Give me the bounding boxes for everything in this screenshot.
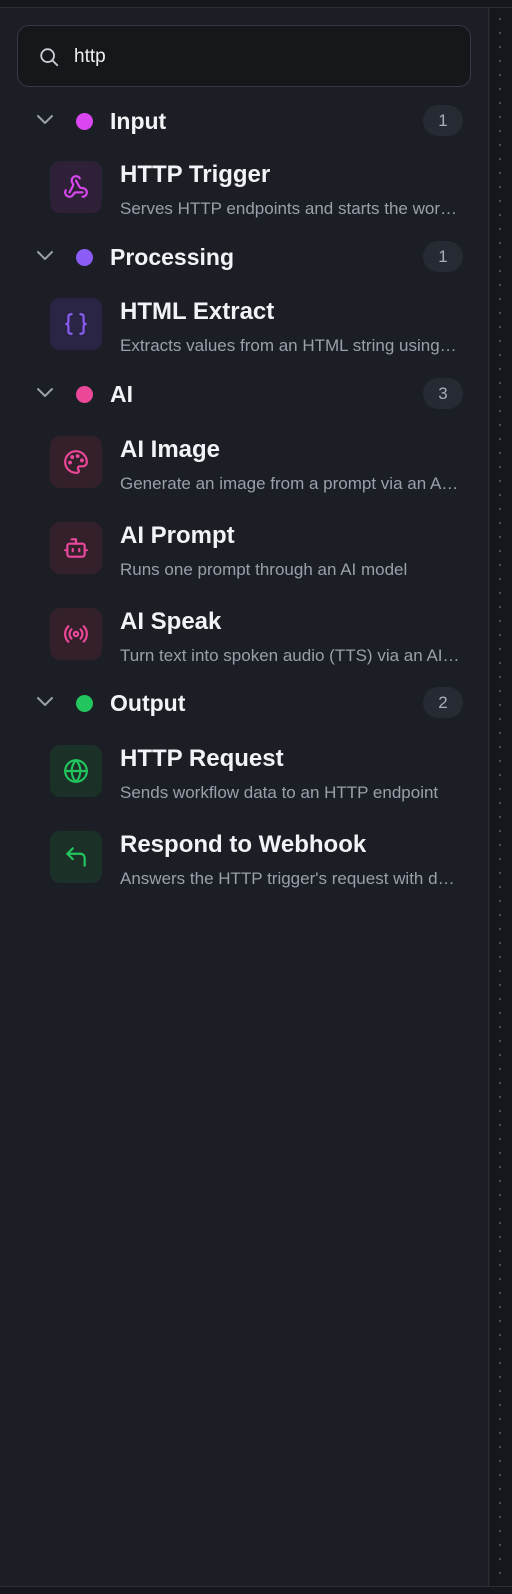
node-name: HTML Extract: [120, 298, 275, 325]
search-box[interactable]: [17, 25, 471, 87]
node-item-http-request[interactable]: HTTP Request Sends workflow data to an H…: [0, 745, 489, 821]
braces-icon: [65, 313, 87, 335]
node-icon-tile: [50, 161, 102, 213]
group-title: Processing: [110, 244, 234, 270]
reply-icon: [66, 847, 86, 867]
group-header-output[interactable]: Output 2: [0, 683, 489, 723]
node-icon-tile: [50, 831, 102, 883]
node-item-ai-speak[interactable]: AI Speak Turn text into spoken audio (TT…: [0, 608, 489, 684]
node-icon-tile: [50, 745, 102, 797]
search-input[interactable]: [74, 40, 454, 74]
group-header-processing[interactable]: Processing 1: [0, 237, 489, 277]
search-icon: [40, 48, 59, 67]
node-name: AI Image: [120, 436, 221, 463]
node-name: Respond to Webhook: [120, 831, 367, 858]
group-header-input[interactable]: Input 1: [0, 101, 489, 141]
top-border: [0, 0, 512, 8]
group-count-badge: 1: [423, 105, 463, 136]
group-count-badge: 2: [423, 687, 463, 718]
node-name: AI Speak: [120, 608, 222, 635]
workflow-canvas-edge[interactable]: [490, 8, 512, 1586]
node-library-panel: Input 1 HTTP Trigger Serves HTTP endpoin…: [0, 8, 489, 1586]
node-name: HTTP Trigger: [120, 161, 271, 188]
node-description: Runs one prompt through an AI model: [120, 560, 408, 579]
group-header-ai[interactable]: AI 3: [0, 374, 489, 414]
node-item-ai-image[interactable]: AI Image Generate an image from a prompt…: [0, 436, 489, 512]
category-dot: [76, 249, 93, 266]
webhook-icon: [64, 175, 88, 198]
chevron-down-icon[interactable]: [36, 386, 54, 400]
node-name: HTTP Request: [120, 745, 284, 772]
group-count-badge: 1: [423, 241, 463, 272]
node-name: AI Prompt: [120, 522, 235, 549]
node-description: Extracts values from an HTML string usin…: [120, 336, 460, 355]
node-icon-tile: [50, 298, 102, 350]
node-description: Serves HTTP endpoints and starts the wor…: [120, 199, 460, 218]
category-dot: [76, 695, 93, 712]
node-icon-tile: [50, 436, 102, 488]
node-description: Generate an image from a prompt via an A…: [120, 474, 460, 493]
category-dot: [76, 113, 93, 130]
node-icon-tile: [50, 522, 102, 574]
group-title: Input: [110, 108, 167, 134]
node-item-ai-prompt[interactable]: AI Prompt Runs one prompt through an AI …: [0, 522, 489, 598]
palette-icon: [64, 450, 88, 474]
node-description: Turn text into spoken audio (TTS) via an…: [120, 646, 460, 665]
bottom-border: [0, 1586, 512, 1594]
node-item-http-trigger[interactable]: HTTP Trigger Serves HTTP endpoints and s…: [0, 161, 489, 237]
node-description: Sends workflow data to an HTTP endpoint: [120, 783, 439, 802]
node-item-html-extract[interactable]: HTML Extract Extracts values from an HTM…: [0, 298, 489, 374]
node-description: Answers the HTTP trigger's request with …: [120, 869, 460, 888]
node-icon-tile: [50, 608, 102, 660]
broadcast-icon: [64, 625, 88, 643]
bot-icon: [64, 538, 88, 558]
node-item-respond-to-webhook[interactable]: Respond to Webhook Answers the HTTP trig…: [0, 831, 489, 907]
group-count-badge: 3: [423, 378, 463, 409]
globe-icon: [64, 759, 88, 783]
chevron-down-icon[interactable]: [36, 695, 54, 709]
group-title: Output: [110, 690, 186, 716]
chevron-down-icon[interactable]: [36, 113, 54, 127]
group-title: AI: [110, 381, 133, 407]
category-dot: [76, 386, 93, 403]
chevron-down-icon[interactable]: [36, 249, 54, 263]
